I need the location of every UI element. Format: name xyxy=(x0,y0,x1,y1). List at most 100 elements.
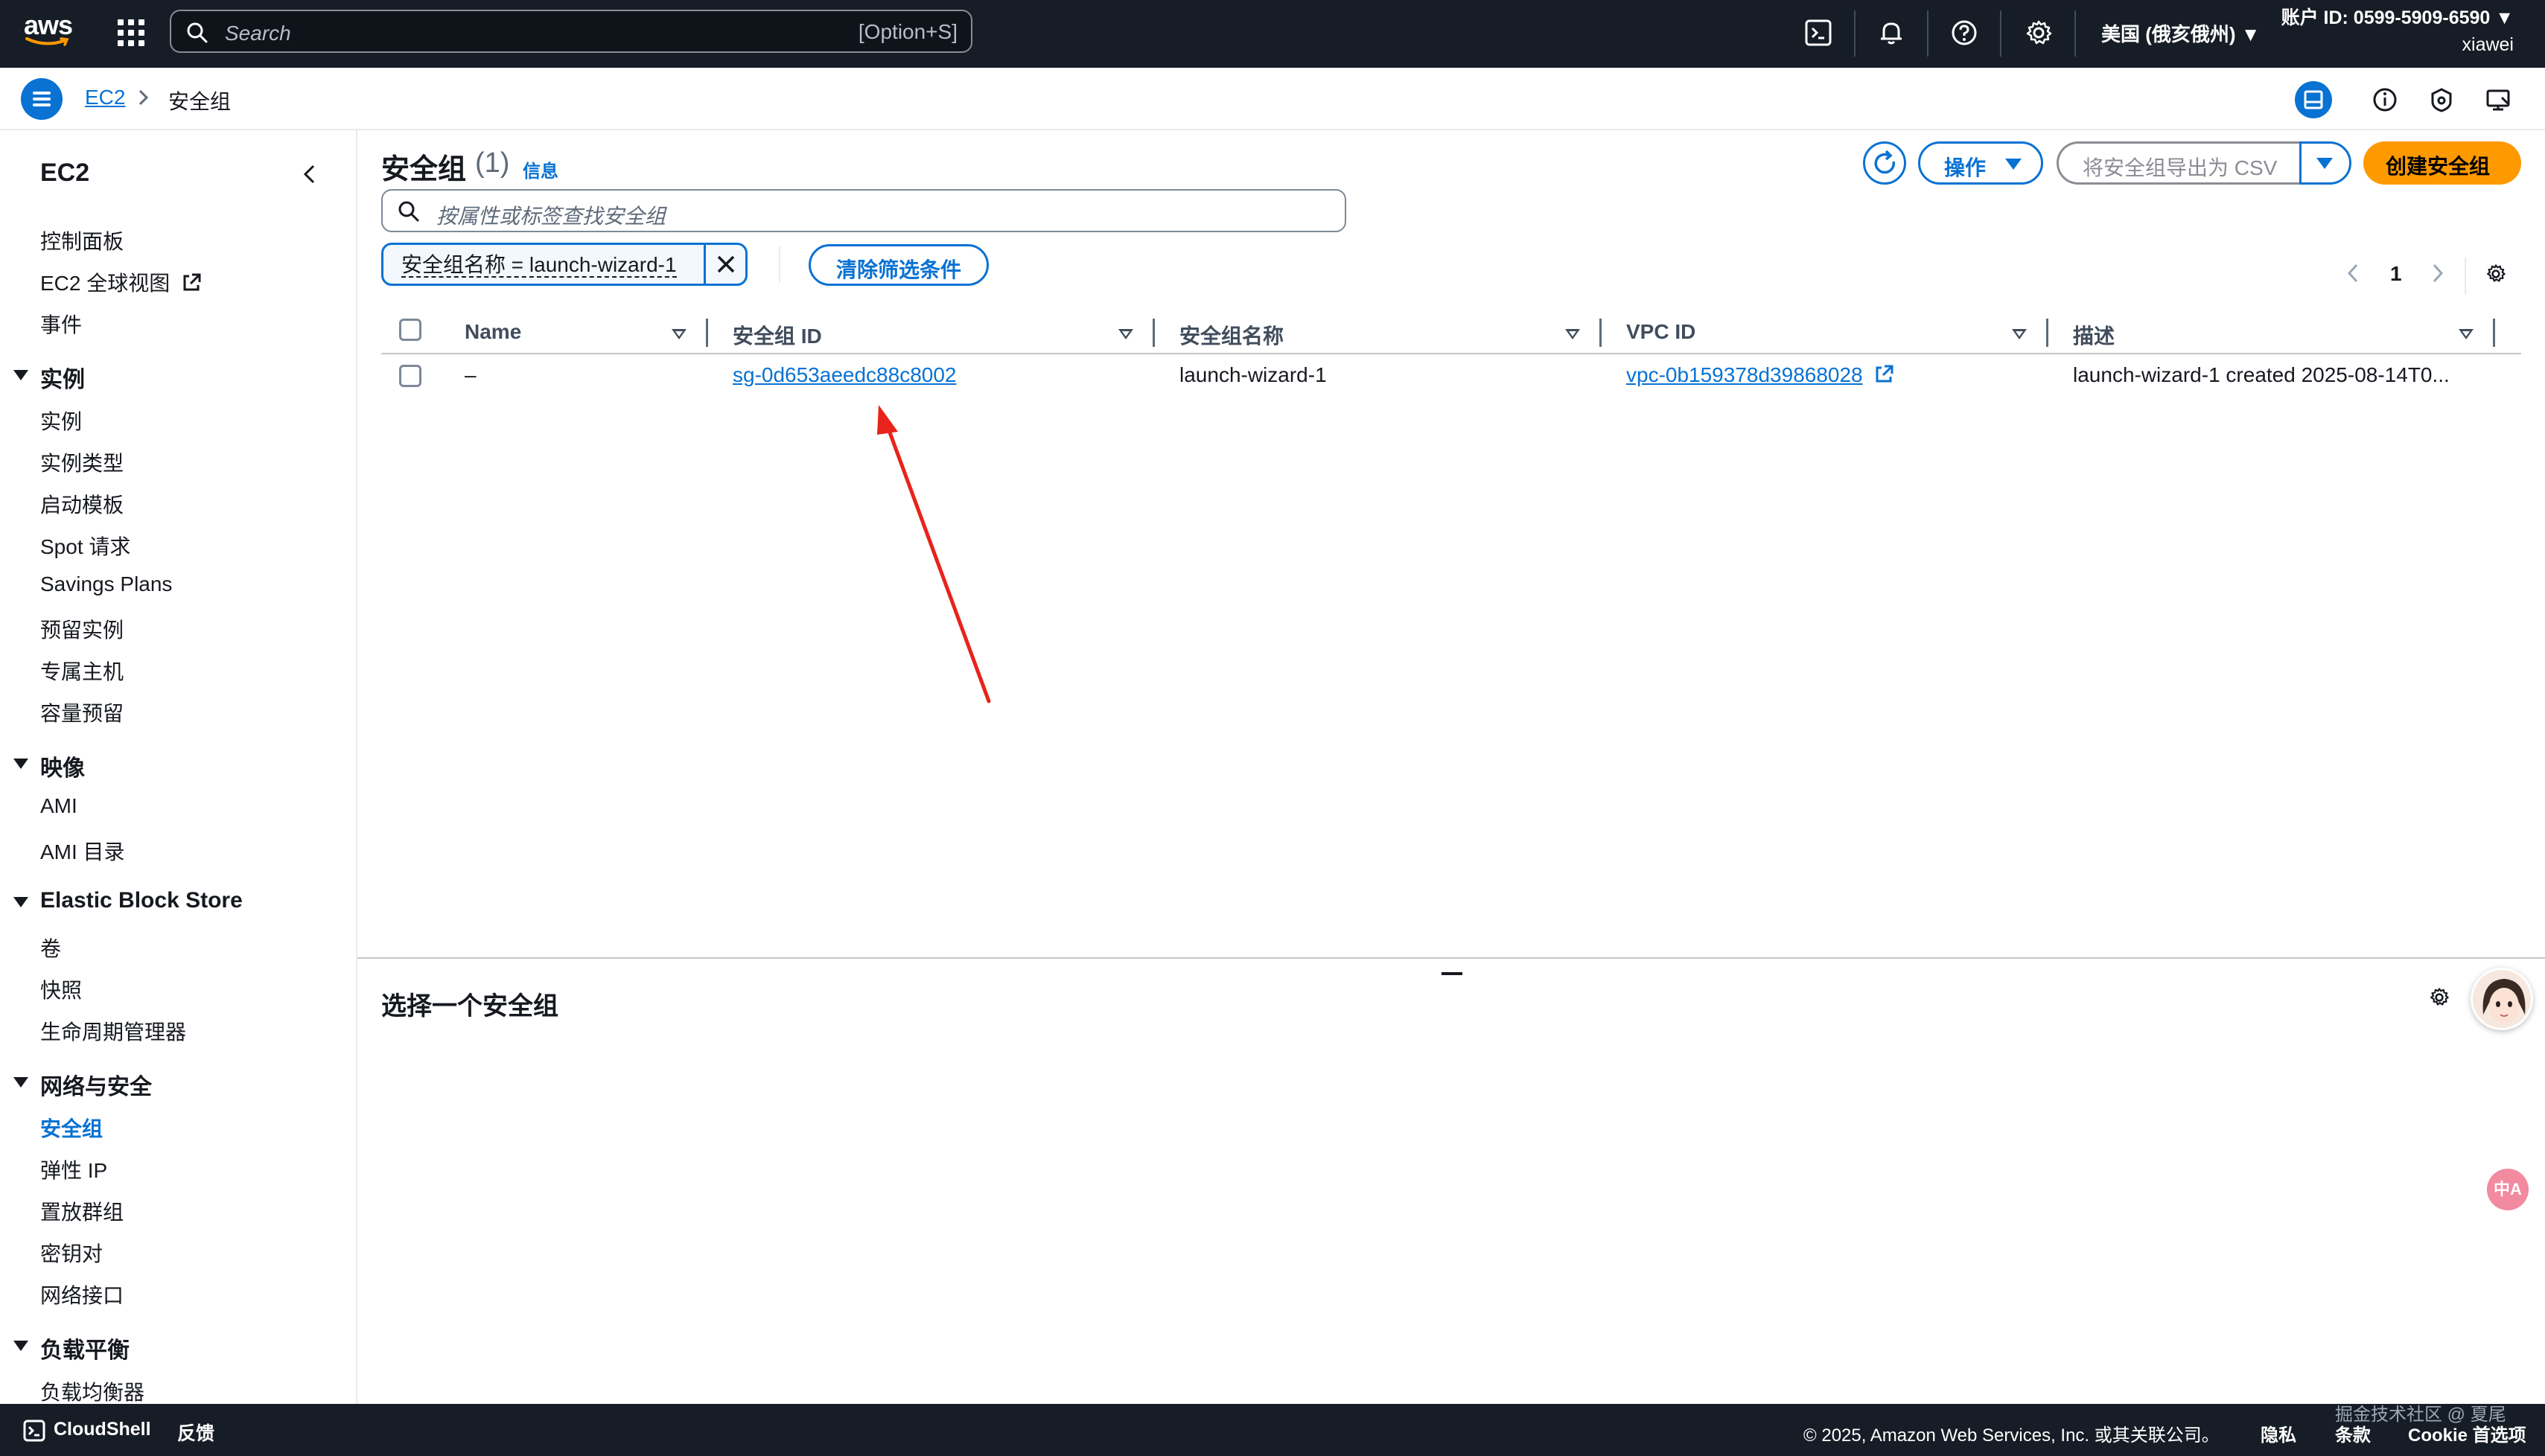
property-filter-input[interactable]: 按属性或标签查找安全组 xyxy=(381,189,1346,232)
filter-token-label[interactable]: 安全组名称 = launch-wizard-1 xyxy=(401,254,677,278)
cell-vpc-id[interactable]: vpc-0b159378d39868028 xyxy=(1626,363,1895,387)
sidebar-item-global-view[interactable]: EC2 全球视图 xyxy=(40,267,203,297)
sidebar-item-instance-types[interactable]: 实例类型 xyxy=(40,447,124,477)
table-header: Name 安全组 ID 安全组名称 VPC ID 描述 xyxy=(381,311,2521,354)
sidebar-item-capacity-reservations[interactable]: 容量预留 xyxy=(40,697,124,727)
translate-bubble-icon[interactable]: 中A xyxy=(2487,1169,2529,1210)
sidebar-collapse-icon[interactable] xyxy=(301,163,319,185)
annotation-arrow-icon xyxy=(877,405,991,703)
sidebar-item-dashboard[interactable]: 控制面板 xyxy=(40,226,124,255)
sidebar-item-events[interactable]: 事件 xyxy=(40,309,82,339)
sidebar-section-instances[interactable]: 实例 xyxy=(40,361,85,394)
cell-sg-name: launch-wizard-1 xyxy=(1179,363,1327,386)
column-resizer[interactable] xyxy=(1153,319,1155,347)
sidebar-section-ebs[interactable]: Elastic Block Store xyxy=(40,888,243,913)
cloudshell-icon[interactable] xyxy=(1802,16,1835,49)
column-resizer[interactable] xyxy=(706,319,708,347)
settings-gear-icon[interactable] xyxy=(2022,16,2055,49)
external-link-icon xyxy=(1876,365,1893,383)
split-panel-preferences-gear-icon[interactable] xyxy=(2427,986,2451,1009)
sidebar-item-ami-catalog[interactable]: AMI 目录 xyxy=(40,836,125,866)
row-checkbox[interactable] xyxy=(399,365,421,387)
help-icon[interactable] xyxy=(1948,16,1981,49)
column-header-description[interactable]: 描述 xyxy=(2073,320,2115,350)
assistant-avatar[interactable] xyxy=(2471,968,2533,1030)
actions-dropdown-button[interactable]: 操作 xyxy=(1918,141,2043,185)
sidebar-section-images[interactable]: 映像 xyxy=(40,750,85,782)
services-grid-icon[interactable] xyxy=(118,19,144,46)
pagination-next-icon[interactable] xyxy=(2429,262,2445,284)
sidebar-item-load-balancers[interactable]: 负载均衡器 xyxy=(40,1376,144,1404)
section-caret-icon[interactable] xyxy=(13,759,28,769)
sidebar-item-network-interfaces[interactable]: 网络接口 xyxy=(40,1280,124,1309)
sidebar-item-snapshots[interactable]: 快照 xyxy=(40,974,82,1004)
sort-caret-icon[interactable] xyxy=(1118,329,1133,339)
refresh-button[interactable] xyxy=(1863,141,1906,185)
clear-filters-button[interactable]: 清除筛选条件 xyxy=(809,244,989,286)
sidebar-item-volumes[interactable]: 卷 xyxy=(40,933,61,962)
sidebar-item-ami[interactable]: AMI xyxy=(40,794,77,818)
vpc-id-link[interactable]: vpc-0b159378d39868028 xyxy=(1626,363,1863,386)
sidebar-item-elastic-ips[interactable]: 弹性 IP xyxy=(40,1155,107,1184)
sidebar-item-launch-templates[interactable]: 启动模板 xyxy=(40,489,124,519)
region-selector[interactable]: 美国 (俄亥俄州) ▼ xyxy=(2101,19,2261,47)
feedback-screen-icon[interactable] xyxy=(2479,81,2517,118)
filter-token[interactable]: 安全组名称 = launch-wizard-1 xyxy=(381,243,748,286)
select-all-checkbox[interactable] xyxy=(399,319,421,341)
cloudshell-link[interactable]: CloudShell xyxy=(54,1419,151,1440)
sort-caret-icon[interactable] xyxy=(1565,329,1580,339)
create-security-group-button[interactable]: 创建安全组 xyxy=(2363,141,2521,185)
feedback-link[interactable]: 反馈 xyxy=(177,1419,214,1446)
side-nav-toggle-button[interactable] xyxy=(21,78,63,120)
column-header-vpc-id[interactable]: VPC ID xyxy=(1626,320,1695,344)
sidebar-section-load-balancing[interactable]: 负载平衡 xyxy=(40,1332,130,1364)
breadcrumb-ec2-link[interactable]: EC2 xyxy=(85,86,125,109)
split-panel-resize-handle[interactable] xyxy=(1442,972,1462,975)
refresh-icon xyxy=(1874,150,1896,174)
sidebar-item-dedicated-hosts[interactable]: 专属主机 xyxy=(40,656,124,686)
sidebar-item-lifecycle-manager[interactable]: 生命周期管理器 xyxy=(40,1016,186,1046)
column-header-sg-id[interactable]: 安全组 ID xyxy=(733,320,822,350)
account-menu[interactable]: 账户 ID: 0599-5909-6590 ▼ xiawei xyxy=(2281,4,2514,58)
sort-caret-icon[interactable] xyxy=(2459,329,2474,339)
aws-logo[interactable]: aws xyxy=(24,10,73,55)
sidebar-item-key-pairs[interactable]: 密钥对 xyxy=(40,1238,103,1268)
security-shield-icon[interactable] xyxy=(2423,81,2460,118)
table-preferences-gear-icon[interactable] xyxy=(2484,262,2508,286)
column-resizer[interactable] xyxy=(1599,319,1602,347)
cell-sg-id-link[interactable]: sg-0d653aeedc88c8002 xyxy=(733,363,956,387)
global-search-input[interactable]: Search [Option+S] xyxy=(170,10,972,53)
sidebar-item-security-groups[interactable]: 安全组 xyxy=(40,1113,103,1143)
divider xyxy=(2465,258,2466,295)
privacy-link[interactable]: 隐私 xyxy=(2261,1420,2296,1446)
table-row[interactable]: – sg-0d653aeedc88c8002 launch-wizard-1 v… xyxy=(381,356,2521,399)
column-resizer[interactable] xyxy=(2493,319,2495,347)
sidebar-section-network-security[interactable]: 网络与安全 xyxy=(40,1068,152,1101)
section-caret-icon[interactable] xyxy=(13,370,28,380)
cloudshell-icon[interactable] xyxy=(22,1419,46,1443)
column-resizer[interactable] xyxy=(2046,319,2048,347)
column-header-name[interactable]: Name xyxy=(465,320,521,344)
column-header-sg-name[interactable]: 安全组名称 xyxy=(1179,320,1284,350)
info-link[interactable]: 信息 xyxy=(523,156,558,182)
nav-divider xyxy=(1854,10,1856,57)
pagination-page-number[interactable]: 1 xyxy=(2390,262,2402,286)
sort-caret-icon[interactable] xyxy=(672,329,687,339)
export-csv-button[interactable]: 将安全组导出为 CSV xyxy=(2057,141,2302,185)
sidebar-item-savings-plans[interactable]: Savings Plans xyxy=(40,572,172,596)
export-dropdown-button[interactable] xyxy=(2299,141,2351,185)
notifications-bell-icon[interactable] xyxy=(1875,16,1908,49)
section-caret-icon[interactable] xyxy=(13,1341,28,1351)
sort-caret-icon[interactable] xyxy=(2012,329,2027,339)
info-panel-icon[interactable] xyxy=(2366,81,2404,118)
pagination-prev-icon[interactable] xyxy=(2345,262,2362,284)
sidebar-item-spot-requests[interactable]: Spot 请求 xyxy=(40,531,130,561)
section-caret-icon[interactable] xyxy=(13,897,28,907)
section-caret-icon[interactable] xyxy=(13,1077,28,1088)
sidebar-item-placement-groups[interactable]: 置放群组 xyxy=(40,1196,124,1226)
sidebar-item-instances[interactable]: 实例 xyxy=(40,406,82,435)
split-panel-toggle-icon[interactable] xyxy=(2295,81,2332,118)
sidebar-item-reserved-instances[interactable]: 预留实例 xyxy=(40,614,124,644)
filter-placeholder: 按属性或标签查找安全组 xyxy=(436,205,666,228)
close-icon[interactable] xyxy=(714,252,738,276)
